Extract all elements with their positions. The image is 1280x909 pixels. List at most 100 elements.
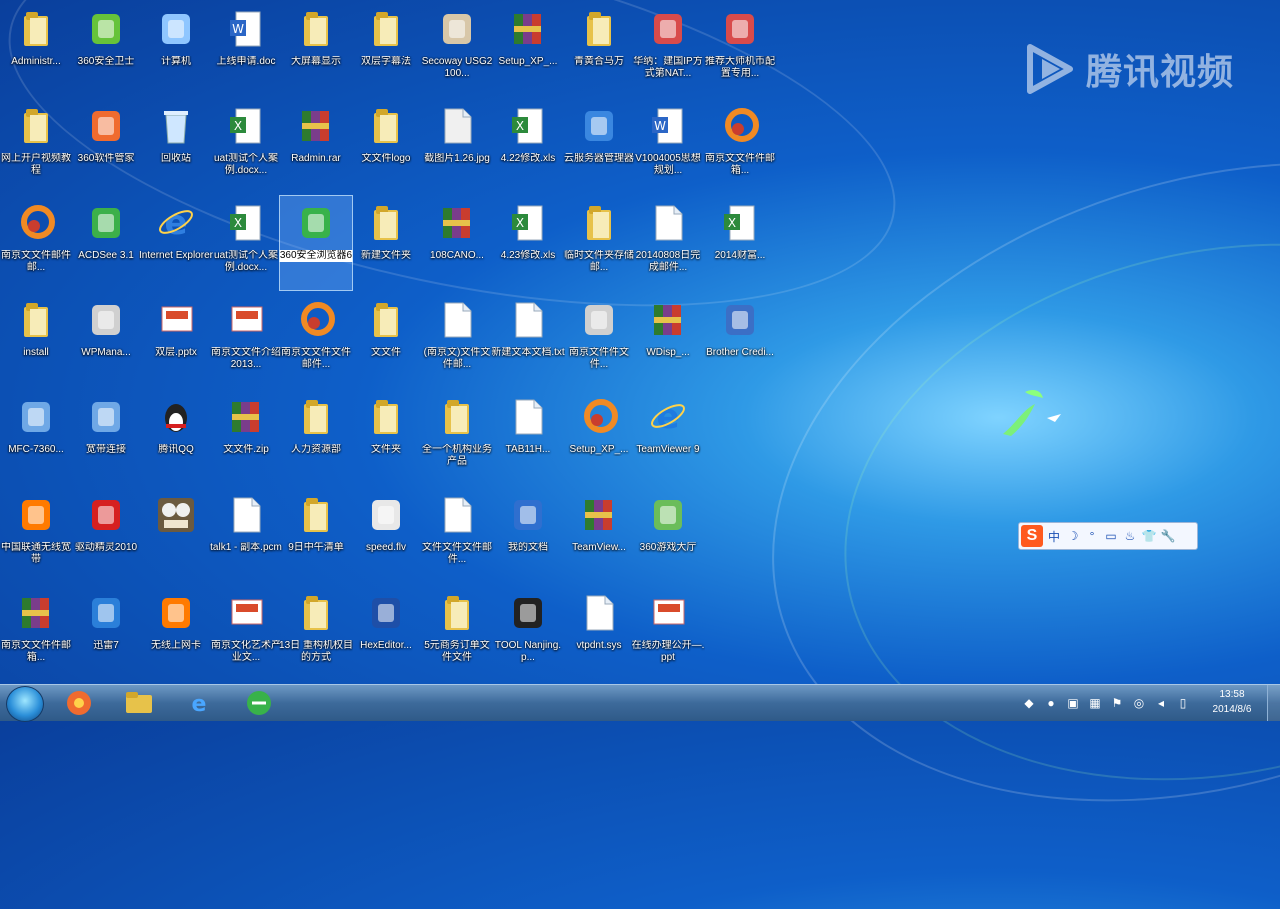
desktop-icon[interactable]: 360游戏大厅 <box>632 488 704 582</box>
desktop-icon[interactable]: 人力资源部 <box>280 390 352 484</box>
folder-icon <box>366 105 406 147</box>
desktop-icon[interactable]: 南京文文件件邮箱... <box>0 586 72 680</box>
show-desktop-button[interactable] <box>1267 685 1280 721</box>
desktop-icon[interactable]: Secoway USG2100... <box>421 2 493 96</box>
desktop-icon[interactable]: TeamView... <box>563 488 635 582</box>
tray-network-icon[interactable]: ▦ <box>1088 696 1102 710</box>
desktop-icon[interactable]: X 4.22修改.xls <box>492 99 564 193</box>
tray-power-icon[interactable]: ▯ <box>1176 696 1190 710</box>
desktop-icon[interactable]: MFC-7360... <box>0 390 72 484</box>
desktop-icon[interactable]: X 2014财富... <box>704 196 776 290</box>
start-button[interactable] <box>6 686 44 722</box>
sogou-logo-icon[interactable]: S <box>1021 525 1043 547</box>
desktop-icon[interactable]: TAB11H... <box>492 390 564 484</box>
desktop-icon[interactable]: 青黄合马万 <box>563 2 635 96</box>
desktop-icon[interactable]: 20140808日完成邮件... <box>632 196 704 290</box>
desktop-icon[interactable]: 全一个机构业务产品 <box>421 390 493 484</box>
desktop-icon[interactable]: Setup_XP_... <box>492 2 564 96</box>
desktop-icon[interactable]: Setup_XP_... <box>563 390 635 484</box>
360-manager-taskbar-icon[interactable] <box>58 688 100 718</box>
desktop-icon[interactable]: 南京文文件介绍2013... <box>210 293 282 387</box>
desktop-icon[interactable]: 文文件.zip <box>210 390 282 484</box>
desktop-icon[interactable]: 360软件管家 <box>70 99 142 193</box>
desktop-icon[interactable]: W 上线申请.doc <box>210 2 282 96</box>
desktop-icon[interactable]: 文文件logo <box>350 99 422 193</box>
desktop-icon[interactable]: TOOL Nanjing.p... <box>492 586 564 680</box>
desktop-icon[interactable]: vtpdnt.sys <box>563 586 635 680</box>
explorer-taskbar-icon[interactable] <box>118 688 160 718</box>
winrar-icon <box>508 8 548 50</box>
desktop-icon[interactable]: 360安全浏览器6 <box>279 195 353 291</box>
desktop-icon[interactable]: Xuat测试个人案例.docx... <box>210 99 282 193</box>
ie-taskbar-icon[interactable]: e <box>178 688 220 718</box>
desktop-icon[interactable]: 新建文本文档.txt <box>491 293 565 387</box>
desktop-icon[interactable]: 文件夹 <box>350 390 422 484</box>
desktop-icon[interactable]: 13日 重构机权目的方式 <box>279 586 353 680</box>
desktop-icon[interactable]: 108CANO... <box>421 196 493 290</box>
desktop-icon[interactable]: 网上开户视频教程 <box>0 99 72 193</box>
tray-shield-icon[interactable]: ● <box>1044 696 1058 710</box>
ime-shirt-icon[interactable]: 👕 <box>1141 529 1157 543</box>
desktop-icon[interactable]: 宽带连接 <box>70 390 142 484</box>
desktop-icon[interactable]: 截图片1.26.jpg <box>421 99 493 193</box>
desktop-icon[interactable]: HexEditor... <box>350 586 422 680</box>
tray-volume-icon[interactable]: ◂ <box>1154 696 1168 710</box>
desktop-icon[interactable]: 驱动精灵2010 <box>70 488 142 582</box>
sogou-input-toolbar[interactable]: S 中 ☽ ° ▭ ♨ 👕 🔧 <box>1018 522 1198 550</box>
desktop-icon[interactable]: 腾讯QQ <box>140 390 212 484</box>
desktop-icon[interactable]: e TeamViewer 9 <box>632 390 704 484</box>
desktop-icon[interactable]: WPMana... <box>70 293 142 387</box>
desktop-icon[interactable]: 中国联通无线宽带 <box>0 488 72 582</box>
desktop-icon[interactable]: 南京文文件邮件邮... <box>0 196 72 290</box>
desktop-icon[interactable]: 云服务器管理器 <box>563 99 635 193</box>
desktop-icon[interactable]: e Internet Explorer <box>139 196 213 290</box>
desktop-icon[interactable]: 我的文档 <box>492 488 564 582</box>
desktop-icon[interactable]: WDisp_... <box>632 293 704 387</box>
desktop-icon[interactable]: talk1 - 副本.pcm <box>210 488 282 582</box>
desktop-icon[interactable]: 南京文文件文件邮件... <box>280 293 352 387</box>
desktop-icon[interactable]: 南京文化艺术产业文... <box>210 586 282 680</box>
desktop-icon[interactable]: 无线上网卡 <box>140 586 212 680</box>
desktop-icon[interactable]: install <box>0 293 72 387</box>
tray-teamviewer-icon[interactable]: ▣ <box>1066 696 1080 710</box>
ime-keyboard-icon[interactable]: ▭ <box>1103 529 1119 543</box>
desktop-icon[interactable]: Xuat测试个人案例.docx... <box>210 196 282 290</box>
desktop-icon[interactable]: ACDSee 3.1 <box>70 196 142 290</box>
360-browser-taskbar-icon[interactable] <box>238 688 280 718</box>
desktop-icon[interactable]: 南京文文件件邮箱... <box>704 99 776 193</box>
desktop-icon[interactable]: 推荐大师机币配置专用... <box>704 2 776 96</box>
desktop-icon[interactable]: 华纳：建国IP方式第NAT... <box>632 2 704 96</box>
desktop-icon[interactable]: Brother Credi... <box>704 293 776 387</box>
ime-fullwidth-icon[interactable]: ° <box>1084 529 1100 543</box>
desktop-icon[interactable]: (南京文)文件文件邮... <box>421 293 493 387</box>
desktop-icon[interactable]: W V1004005思想规划... <box>632 99 704 193</box>
desktop-icon[interactable]: 在线办理公开—.ppt <box>632 586 704 680</box>
ime-settings-icon[interactable]: 🔧 <box>1160 529 1176 543</box>
desktop-icon[interactable]: Radmin.rar <box>280 99 352 193</box>
desktop-icon[interactable]: 文文件 <box>350 293 422 387</box>
ime-chinese-mode[interactable]: 中 <box>1046 528 1062 545</box>
desktop-icon[interactable]: 360安全卫士 <box>70 2 142 96</box>
desktop-icon[interactable]: 新建文件夹 <box>350 196 422 290</box>
desktop-icon[interactable]: 文件文件文件邮件... <box>421 488 493 582</box>
desktop-icon[interactable]: 双层字幕法 <box>350 2 422 96</box>
desktop-icon[interactable]: 双层.pptx <box>140 293 212 387</box>
desktop-icon[interactable]: 大屏幕显示 <box>280 2 352 96</box>
desktop-icon[interactable]: speed.flv <box>350 488 422 582</box>
desktop-icon[interactable]: Administr... <box>0 2 72 96</box>
desktop-icon[interactable]: 5元商务订单文件文件 <box>421 586 493 680</box>
desktop-icon[interactable]: 南京文件件文件... <box>563 293 635 387</box>
desktop-icon[interactable]: 迅雷7 <box>70 586 142 680</box>
desktop-icon[interactable]: 计算机 <box>140 2 212 96</box>
desktop-icon[interactable]: 9日中午清单 <box>280 488 352 582</box>
desktop-icon[interactable]: 临时文件夹存储邮... <box>563 196 635 290</box>
tray-flag-icon[interactable]: ⚑ <box>1110 696 1124 710</box>
taskbar-clock[interactable]: 13:58 2014/8/6 <box>1202 687 1262 717</box>
desktop-icon[interactable]: 回收站 <box>140 99 212 193</box>
ime-skin-icon[interactable]: ♨ <box>1122 529 1138 543</box>
desktop-icon[interactable]: X 4.23修改.xls <box>492 196 564 290</box>
ime-punctuation-icon[interactable]: ☽ <box>1065 529 1081 543</box>
desktop-icon[interactable] <box>140 488 212 582</box>
tray-sogou-icon[interactable]: ◆ <box>1022 696 1036 710</box>
tray-360-icon[interactable]: ◎ <box>1132 696 1146 710</box>
